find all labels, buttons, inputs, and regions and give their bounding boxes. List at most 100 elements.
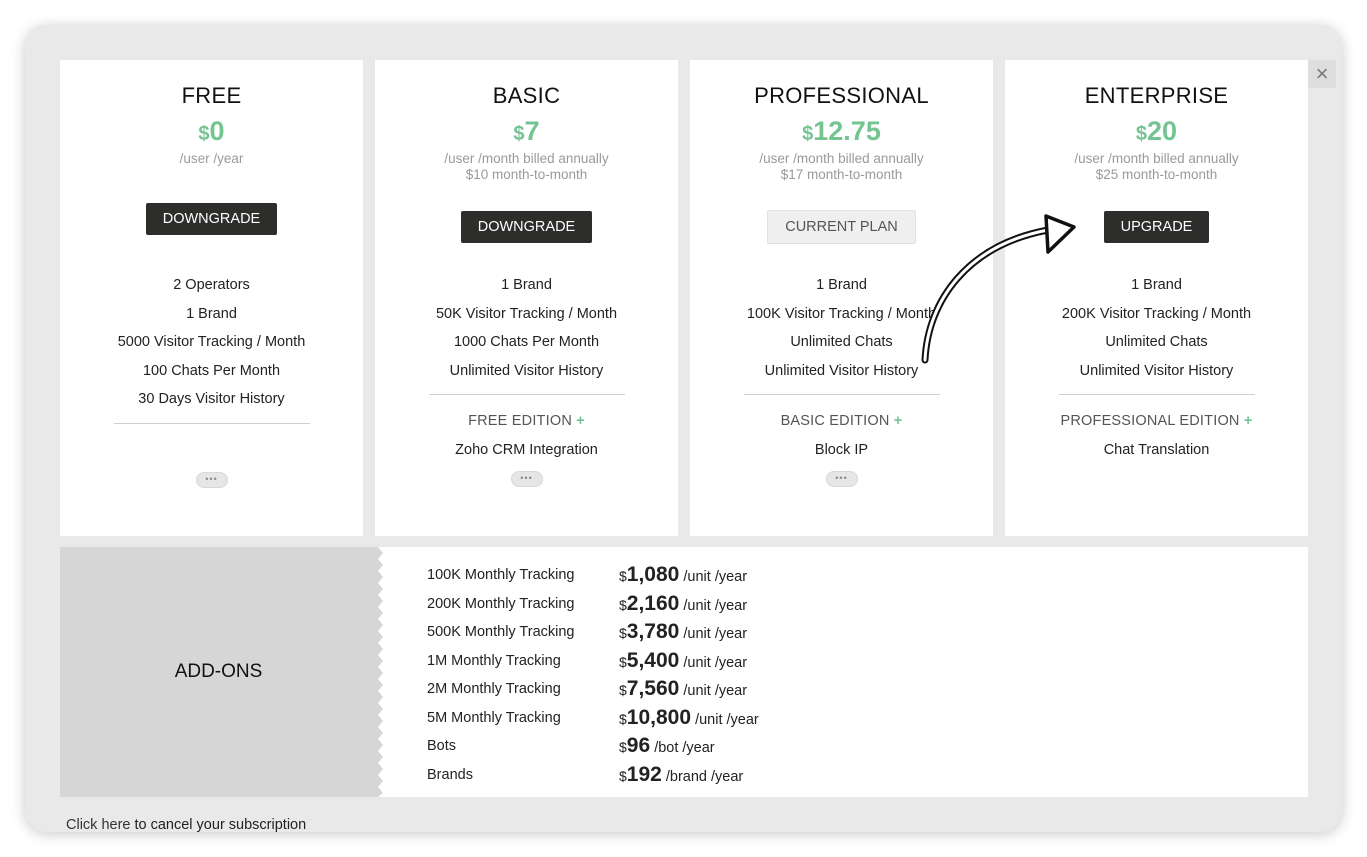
addon-amount: 192 bbox=[626, 762, 662, 786]
currency-symbol: $ bbox=[619, 625, 627, 642]
addon-name: 2M Monthly Tracking bbox=[427, 681, 561, 698]
feature-item: 5000 Visitor Tracking / Month bbox=[117, 334, 306, 350]
addon-unit: /unit /year bbox=[683, 683, 748, 700]
currency-symbol: $ bbox=[513, 123, 525, 145]
addon-amount: 7,560 bbox=[626, 677, 680, 701]
currency-symbol: $ bbox=[198, 123, 210, 145]
addon-name: 5M Monthly Tracking bbox=[427, 709, 561, 726]
feature-item: Unlimited Visitor History bbox=[1079, 362, 1234, 379]
action-slot: DOWNGRADE bbox=[60, 167, 363, 271]
feature-item: 2 Operators bbox=[173, 277, 250, 293]
divider bbox=[743, 394, 940, 395]
addon-list: 100K Monthly Tracking $1,080 /unit /year… bbox=[427, 561, 759, 789]
addon-row: 2M Monthly Tracking $7,560 /unit /year bbox=[427, 675, 759, 704]
feature-item: 100K Visitor Tracking / Month bbox=[746, 305, 937, 322]
edition-feature: Chat Translation bbox=[1103, 442, 1210, 458]
plan-price: $7 bbox=[375, 116, 678, 151]
close-icon[interactable]: × bbox=[1308, 60, 1336, 88]
currency-symbol: $ bbox=[619, 739, 627, 756]
edition-heading: FREE EDITION + bbox=[375, 413, 678, 429]
more-options-icon[interactable]: ••• bbox=[195, 471, 228, 488]
addon-name: Brands bbox=[427, 766, 473, 783]
action-slot: CURRENT PLAN bbox=[690, 183, 993, 271]
addon-price: $10,800 /unit /year bbox=[619, 706, 759, 730]
addons-heading: ADD-ONS bbox=[174, 661, 263, 682]
plus-icon: + bbox=[576, 413, 585, 429]
addon-row: 500K Monthly Tracking $3,780 /unit /year bbox=[427, 618, 759, 647]
plus-icon: + bbox=[893, 413, 903, 429]
edition-label: FREE EDITION bbox=[468, 413, 572, 429]
price-note: /user /month billed annually bbox=[1074, 151, 1239, 166]
feature-item: 1000 Chats Per Month bbox=[453, 334, 600, 350]
feature-item: Unlimited Chats bbox=[1105, 334, 1208, 350]
plan-price: $12.75 bbox=[690, 116, 993, 151]
addon-price: $5,400 /unit /year bbox=[619, 649, 747, 673]
addon-row: 200K Monthly Tracking $2,160 /unit /year bbox=[427, 590, 759, 619]
plan-card-enterprise: ENTERPRISE $20 /user /month billed annua… bbox=[1005, 60, 1308, 536]
action-slot: UPGRADE bbox=[1005, 183, 1308, 271]
plan-cards: FREE $0 /user /year DOWNGRADE 2 Operator… bbox=[60, 60, 1308, 536]
addon-row: Bots $96 /bot /year bbox=[427, 732, 759, 761]
zigzag-edge bbox=[375, 547, 383, 797]
plan-price: $0 bbox=[60, 116, 363, 151]
addon-name: 1M Monthly Tracking bbox=[427, 652, 561, 669]
upgrade-button[interactable]: UPGRADE bbox=[1103, 211, 1210, 243]
addon-row: 100K Monthly Tracking $1,080 /unit /year bbox=[427, 561, 759, 590]
feature-item: 1 Brand bbox=[501, 277, 552, 293]
addon-price: $1,080 /unit /year bbox=[619, 563, 747, 587]
cancel-subscription-text: to cancel your subscription bbox=[130, 817, 307, 832]
addon-unit: /unit /year bbox=[695, 711, 759, 728]
currency-symbol: $ bbox=[619, 767, 627, 784]
plan-name: BASIC bbox=[492, 83, 561, 108]
addon-name: 100K Monthly Tracking bbox=[427, 567, 575, 584]
addon-unit: /unit /year bbox=[683, 654, 748, 671]
currency-symbol: $ bbox=[619, 596, 627, 613]
plan-card-free: FREE $0 /user /year DOWNGRADE 2 Operator… bbox=[60, 60, 363, 536]
addon-name: 200K Monthly Tracking bbox=[427, 595, 575, 612]
currency-symbol: $ bbox=[619, 568, 627, 585]
price-amount: 20 bbox=[1147, 116, 1178, 146]
feature-item: 50K Visitor Tracking / Month bbox=[435, 305, 618, 322]
feature-item: 1 Brand bbox=[186, 305, 237, 322]
feature-item: Unlimited Visitor History bbox=[764, 362, 919, 379]
more-options-icon[interactable]: ••• bbox=[825, 471, 858, 487]
edition-heading: BASIC EDITION + bbox=[690, 413, 993, 429]
addon-price: $2,160 /unit /year bbox=[619, 592, 747, 616]
currency-symbol: $ bbox=[619, 653, 627, 670]
more-options-icon[interactable]: ••• bbox=[510, 471, 543, 487]
edition-label: PROFESSIONAL EDITION bbox=[1060, 413, 1240, 429]
plan-price: $20 bbox=[1005, 116, 1308, 151]
downgrade-button[interactable]: DOWNGRADE bbox=[145, 203, 278, 235]
price-note: /user /month billed annually bbox=[444, 151, 609, 166]
addon-unit: /brand /year bbox=[665, 768, 744, 785]
addon-unit: /bot /year bbox=[654, 740, 715, 757]
addon-unit: /unit /year bbox=[683, 569, 748, 586]
feature-list: 1 Brand 50K Visitor Tracking / Month 100… bbox=[375, 271, 678, 385]
plan-name: FREE bbox=[181, 83, 242, 108]
addon-name: 500K Monthly Tracking bbox=[427, 624, 575, 641]
downgrade-button[interactable]: DOWNGRADE bbox=[460, 211, 593, 243]
current-plan-button: CURRENT PLAN bbox=[767, 210, 916, 244]
addons-panel: ADD-ONS 100K Monthly Tracking $1,080 /un… bbox=[60, 547, 1308, 797]
feature-item: 100 Chats Per Month bbox=[142, 362, 281, 379]
price-amount: 0 bbox=[209, 116, 225, 146]
cancel-subscription-line: Click here to cancel your subscription bbox=[66, 817, 306, 832]
plans-modal: × FREE $0 /user /year DOWNGRADE 2 Operat… bbox=[25, 25, 1342, 832]
addon-name: Bots bbox=[427, 738, 457, 755]
cancel-subscription-link[interactable]: Click here bbox=[66, 817, 130, 832]
addon-unit: /unit /year bbox=[683, 626, 748, 643]
feature-item: Unlimited Visitor History bbox=[449, 362, 604, 379]
addon-row: 5M Monthly Tracking $10,800 /unit /year bbox=[427, 704, 759, 733]
currency-symbol: $ bbox=[802, 123, 814, 145]
price-note: /user /month billed annually bbox=[759, 151, 924, 166]
feature-list: 1 Brand 200K Visitor Tracking / Month Un… bbox=[1005, 271, 1308, 385]
price-amount: 12.75 bbox=[813, 116, 881, 146]
plus-icon: + bbox=[1243, 413, 1253, 429]
currency-symbol: $ bbox=[619, 710, 627, 727]
addon-price: $96 /bot /year bbox=[619, 734, 715, 758]
price-note-monthly: $17 month-to-month bbox=[780, 167, 903, 182]
currency-symbol: $ bbox=[1135, 123, 1148, 145]
addons-label-box: ADD-ONS bbox=[60, 547, 378, 797]
addon-price: $192 /brand /year bbox=[619, 763, 743, 787]
currency-symbol: $ bbox=[619, 682, 627, 699]
